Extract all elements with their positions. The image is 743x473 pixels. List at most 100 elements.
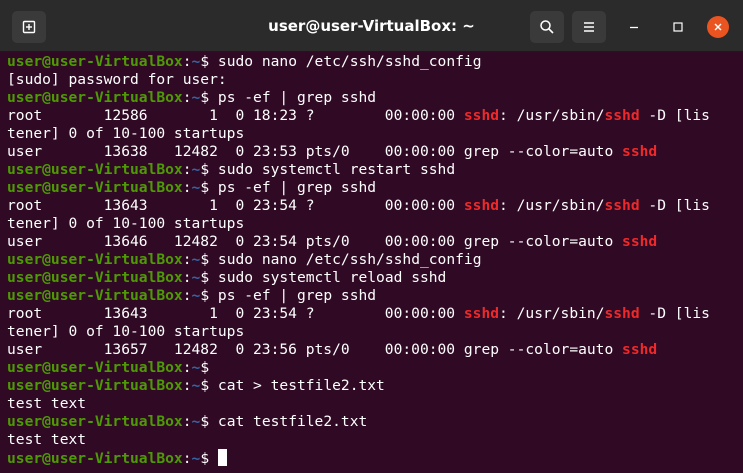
grep-match: sshd: [604, 197, 640, 214]
grep-match: sshd: [463, 107, 500, 124]
output-line: user 13646 12482 0 23:54 pts/0 00:00:00 …: [7, 233, 710, 251]
prompt-user-host: user@user-VirtualBox: [7, 179, 183, 196]
prompt-path: ~: [191, 179, 201, 196]
prompt-colon: :: [182, 89, 192, 106]
command-line: user@user-VirtualBox:~$ sudo systemctl r…: [7, 161, 710, 179]
output-text: test text: [7, 431, 87, 448]
command-line: user@user-VirtualBox:~$ cat > testfile2.…: [7, 377, 710, 395]
command-text: ps -ef | grep sshd: [217, 89, 377, 106]
output-line: tener] 0 of 10-100 startups: [7, 323, 710, 341]
menu-button[interactable]: [572, 11, 606, 43]
output-text: root 13643 1 0 23:54 ? 00:00:00: [7, 305, 464, 322]
prompt-symbol: $: [200, 287, 218, 304]
command-text: cat > testfile2.txt: [217, 377, 385, 394]
prompt-symbol: $: [200, 450, 218, 467]
output-text: [sudo] password for user:: [7, 71, 227, 88]
prompt-user-host: user@user-VirtualBox: [7, 413, 183, 430]
grep-match: sshd: [463, 197, 500, 214]
command-line: user@user-VirtualBox:~$ ps -ef | grep ss…: [7, 179, 710, 197]
command-line: user@user-VirtualBox:~$ ps -ef | grep ss…: [7, 287, 710, 305]
prompt-symbol: $: [200, 413, 218, 430]
prompt-symbol: $: [200, 161, 218, 178]
command-line: user@user-VirtualBox:~$ cat testfile2.tx…: [7, 413, 710, 431]
output-text: : /usr/sbin/: [499, 107, 605, 124]
output-text: : /usr/sbin/: [499, 197, 605, 214]
close-button[interactable]: [707, 16, 729, 38]
prompt-path: ~: [191, 413, 201, 430]
prompt-symbol: $: [200, 179, 218, 196]
prompt-colon: :: [182, 53, 192, 70]
prompt-user-host: user@user-VirtualBox: [7, 269, 183, 286]
new-tab-icon: [22, 20, 36, 34]
prompt-user-host: user@user-VirtualBox: [7, 359, 183, 376]
prompt-path: ~: [191, 359, 201, 376]
output-text: -D [lis: [639, 107, 710, 124]
minimize-button[interactable]: [623, 16, 645, 38]
command-line: user@user-VirtualBox:~$: [7, 359, 710, 377]
output-text: tener] 0 of 10-100 startups: [7, 215, 245, 232]
text-cursor: [217, 449, 227, 466]
terminal-output[interactable]: user@user-VirtualBox:~$ sudo nano /etc/s…: [0, 52, 743, 473]
prompt-symbol: $: [200, 359, 218, 376]
output-line: user 13657 12482 0 23:56 pts/0 00:00:00 …: [7, 341, 710, 359]
title-bar[interactable]: user@user-VirtualBox: ~: [0, 0, 743, 52]
output-line: root 12586 1 0 18:23 ? 00:00:00 sshd: /u…: [7, 107, 710, 125]
command-text: ps -ef | grep sshd: [217, 179, 377, 196]
output-line: root 13643 1 0 23:54 ? 00:00:00 sshd: /u…: [7, 305, 710, 323]
command-line: user@user-VirtualBox:~$ ps -ef | grep ss…: [7, 89, 710, 107]
grep-match: sshd: [622, 143, 658, 160]
command-line: user@user-VirtualBox:~$ sudo nano /etc/s…: [7, 53, 710, 71]
output-line: user 13638 12482 0 23:53 pts/0 00:00:00 …: [7, 143, 710, 161]
close-icon: [714, 23, 722, 31]
hamburger-menu-icon: [584, 22, 594, 32]
prompt-user-host: user@user-VirtualBox: [7, 450, 183, 467]
output-line: tener] 0 of 10-100 startups: [7, 215, 710, 233]
grep-match: sshd: [622, 233, 658, 250]
output-text: tener] 0 of 10-100 startups: [7, 323, 245, 340]
prompt-user-host: user@user-VirtualBox: [7, 287, 183, 304]
command-text: sudo systemctl reload sshd: [217, 269, 447, 286]
prompt-colon: :: [182, 287, 192, 304]
command-text: cat testfile2.txt: [217, 413, 368, 430]
output-text: test text: [7, 395, 87, 412]
output-line: root 13643 1 0 23:54 ? 00:00:00 sshd: /u…: [7, 197, 710, 215]
search-icon: [540, 20, 554, 34]
prompt-colon: :: [182, 450, 192, 467]
maximize-icon: [673, 22, 683, 32]
output-text: root 12586 1 0 18:23 ? 00:00:00: [7, 107, 464, 124]
prompt-path: ~: [191, 53, 201, 70]
maximize-button[interactable]: [667, 16, 689, 38]
command-line: user@user-VirtualBox:~$ sudo systemctl r…: [7, 269, 710, 287]
output-text: user 13638 12482 0 23:53 pts/0 00:00:00 …: [7, 143, 623, 160]
new-tab-button[interactable]: [12, 11, 46, 43]
prompt-symbol: $: [200, 269, 218, 286]
output-text: -D [lis: [639, 197, 710, 214]
search-button[interactable]: [530, 11, 564, 43]
command-text: sudo systemctl restart sshd: [217, 161, 456, 178]
output-text: user 13657 12482 0 23:56 pts/0 00:00:00 …: [7, 341, 623, 358]
output-line: test text: [7, 431, 710, 449]
prompt-user-host: user@user-VirtualBox: [7, 89, 183, 106]
prompt-path: ~: [191, 89, 201, 106]
grep-match: sshd: [622, 341, 658, 358]
prompt-symbol: $: [200, 377, 218, 394]
output-text: tener] 0 of 10-100 startups: [7, 125, 245, 142]
prompt-user-host: user@user-VirtualBox: [7, 53, 183, 70]
minimize-icon: [630, 26, 638, 29]
prompt-colon: :: [182, 179, 192, 196]
output-text: -D [lis: [639, 305, 710, 322]
prompt-symbol: $: [200, 251, 218, 268]
command-text: sudo nano /etc/ssh/sshd_config: [217, 251, 482, 268]
command-line: user@user-VirtualBox:~$ sudo nano /etc/s…: [7, 251, 710, 269]
output-text: root 13643 1 0 23:54 ? 00:00:00: [7, 197, 464, 214]
prompt-colon: :: [182, 359, 192, 376]
command-text: sudo nano /etc/ssh/sshd_config: [217, 53, 482, 70]
prompt-colon: :: [182, 251, 192, 268]
prompt-user-host: user@user-VirtualBox: [7, 377, 183, 394]
prompt-symbol: $: [200, 53, 218, 70]
prompt-path: ~: [191, 377, 201, 394]
grep-match: sshd: [463, 305, 500, 322]
prompt-path: ~: [191, 287, 201, 304]
prompt-user-host: user@user-VirtualBox: [7, 161, 183, 178]
grep-match: sshd: [604, 107, 640, 124]
